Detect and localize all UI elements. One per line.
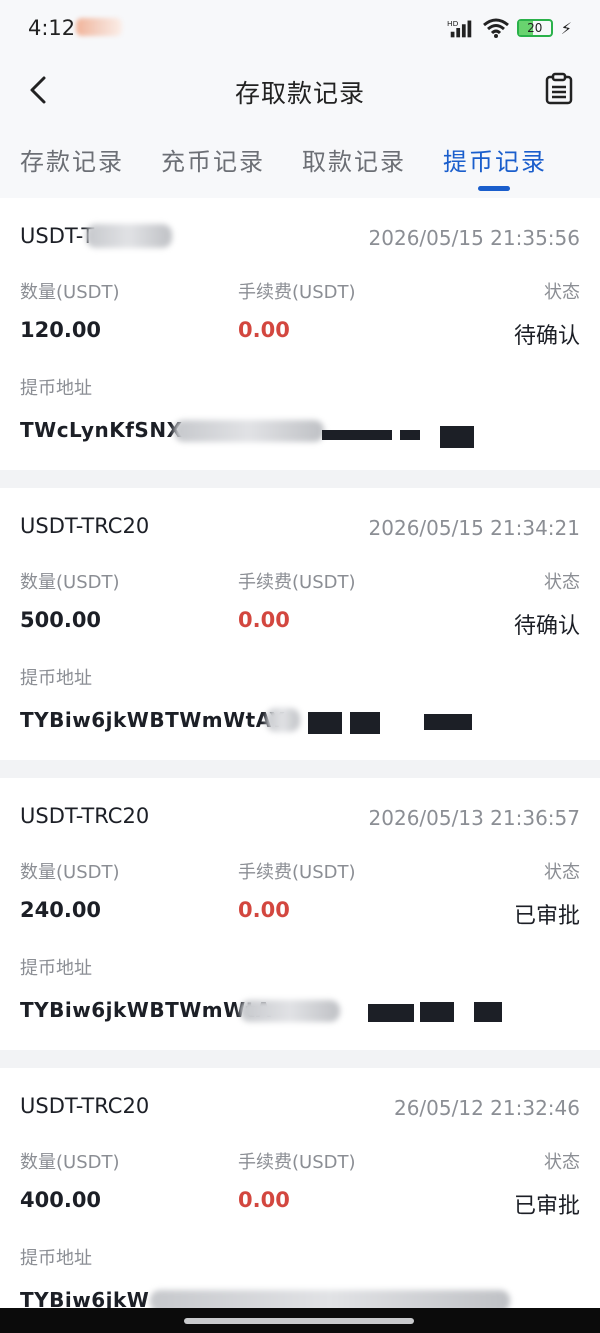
- redaction: [266, 708, 300, 732]
- redaction: [474, 1002, 502, 1022]
- record-network: USDT-T: [20, 224, 95, 248]
- amount-label: 数量(USDT): [20, 862, 120, 883]
- home-indicator[interactable]: [184, 1318, 414, 1324]
- record-card[interactable]: USDT-TRC20 26/05/12 21:32:46 数量(USDT) 手续…: [0, 1068, 600, 1332]
- redaction: [86, 224, 172, 248]
- record-card[interactable]: USDT-T 2026/05/15 21:35:56 数量(USDT) 手续费(…: [0, 198, 600, 470]
- fee-label: 手续费(USDT): [238, 572, 356, 593]
- status-bar: 4:12 HD 20 ⚡: [0, 0, 600, 60]
- record-time: 26/05/12 21:32:46: [393, 1096, 580, 1120]
- amount-label: 数量(USDT): [20, 572, 120, 593]
- status-icons: HD 20 ⚡: [447, 18, 572, 38]
- redaction: [240, 1000, 340, 1022]
- active-tab-indicator: [478, 186, 510, 191]
- record-network: USDT-TRC20: [20, 514, 150, 538]
- redaction: [420, 1002, 454, 1022]
- notification-icon: [76, 18, 122, 36]
- redaction: [368, 1004, 414, 1022]
- redaction: [308, 712, 342, 734]
- amount-value: 500.00: [20, 608, 102, 632]
- amount-value: 120.00: [20, 318, 102, 342]
- address-label: 提币地址: [20, 668, 92, 689]
- amount-value: 400.00: [20, 1188, 102, 1212]
- address-label: 提币地址: [20, 958, 92, 979]
- document-list-icon[interactable]: [542, 72, 576, 106]
- address-label: 提币地址: [20, 1248, 92, 1269]
- status-label: 状态: [544, 862, 580, 883]
- amount-label: 数量(USDT): [20, 282, 120, 303]
- fee-label: 手续费(USDT): [238, 282, 356, 303]
- status-value: 待确认: [513, 614, 580, 639]
- fee-label: 手续费(USDT): [238, 862, 356, 883]
- signal-icon: HD: [447, 19, 472, 38]
- amount-value: 240.00: [20, 898, 102, 922]
- status-label: 状态: [544, 572, 580, 593]
- record-time: 2026/05/13 21:36:57: [368, 806, 580, 830]
- redaction: [350, 712, 380, 734]
- status-label: 状态: [544, 1152, 580, 1173]
- redaction: [440, 426, 474, 448]
- withdraw-address: TYBiw6jkWBTWmWtA: [20, 998, 272, 1022]
- status-value: 已审批: [513, 1194, 580, 1219]
- record-card[interactable]: USDT-TRC20 2026/05/15 21:34:21 数量(USDT) …: [0, 488, 600, 760]
- redaction: [174, 420, 324, 442]
- redaction: [400, 430, 420, 440]
- record-tabs: 存款记录 充币记录 取款记录 提币记录: [0, 124, 600, 198]
- status-value: 已审批: [513, 904, 580, 929]
- battery-icon: 20: [516, 19, 553, 37]
- status-time: 4:12: [28, 16, 76, 40]
- fee-value: 0.00: [238, 608, 290, 632]
- tab-coin-withdrawal-records[interactable]: 提币记录: [443, 142, 547, 177]
- withdraw-address: TYBiw6jkWBTWmWtAY: [20, 708, 285, 732]
- tab-coin-deposit-records[interactable]: 充币记录: [161, 142, 265, 177]
- withdraw-address: TWcLynKfSNX: [20, 418, 183, 442]
- fee-value: 0.00: [238, 1188, 290, 1212]
- fee-value: 0.00: [238, 318, 290, 342]
- tab-withdrawal-records[interactable]: 取款记录: [302, 142, 406, 177]
- page-title: 存取款记录: [234, 79, 365, 108]
- address-label: 提币地址: [20, 378, 92, 399]
- amount-label: 数量(USDT): [20, 1152, 120, 1173]
- wifi-icon: [482, 18, 509, 38]
- fee-value: 0.00: [238, 898, 290, 922]
- status-label: 状态: [544, 282, 580, 303]
- battery-level: 20: [527, 21, 543, 35]
- record-network: USDT-TRC20: [20, 804, 150, 828]
- fee-label: 手续费(USDT): [238, 1152, 356, 1173]
- status-value: 待确认: [513, 324, 580, 349]
- svg-text:HD: HD: [447, 19, 459, 28]
- record-network: USDT-TRC20: [20, 1094, 150, 1118]
- record-card[interactable]: USDT-TRC20 2026/05/13 21:36:57 数量(USDT) …: [0, 778, 600, 1050]
- record-time: 2026/05/15 21:35:56: [368, 226, 580, 250]
- tab-deposit-records[interactable]: 存款记录: [20, 142, 124, 177]
- redaction: [424, 714, 472, 730]
- nav-bar: 存取款记录: [0, 60, 600, 124]
- record-time: 2026/05/15 21:34:21: [368, 516, 580, 540]
- charging-icon: ⚡: [560, 18, 572, 38]
- redaction: [322, 430, 392, 440]
